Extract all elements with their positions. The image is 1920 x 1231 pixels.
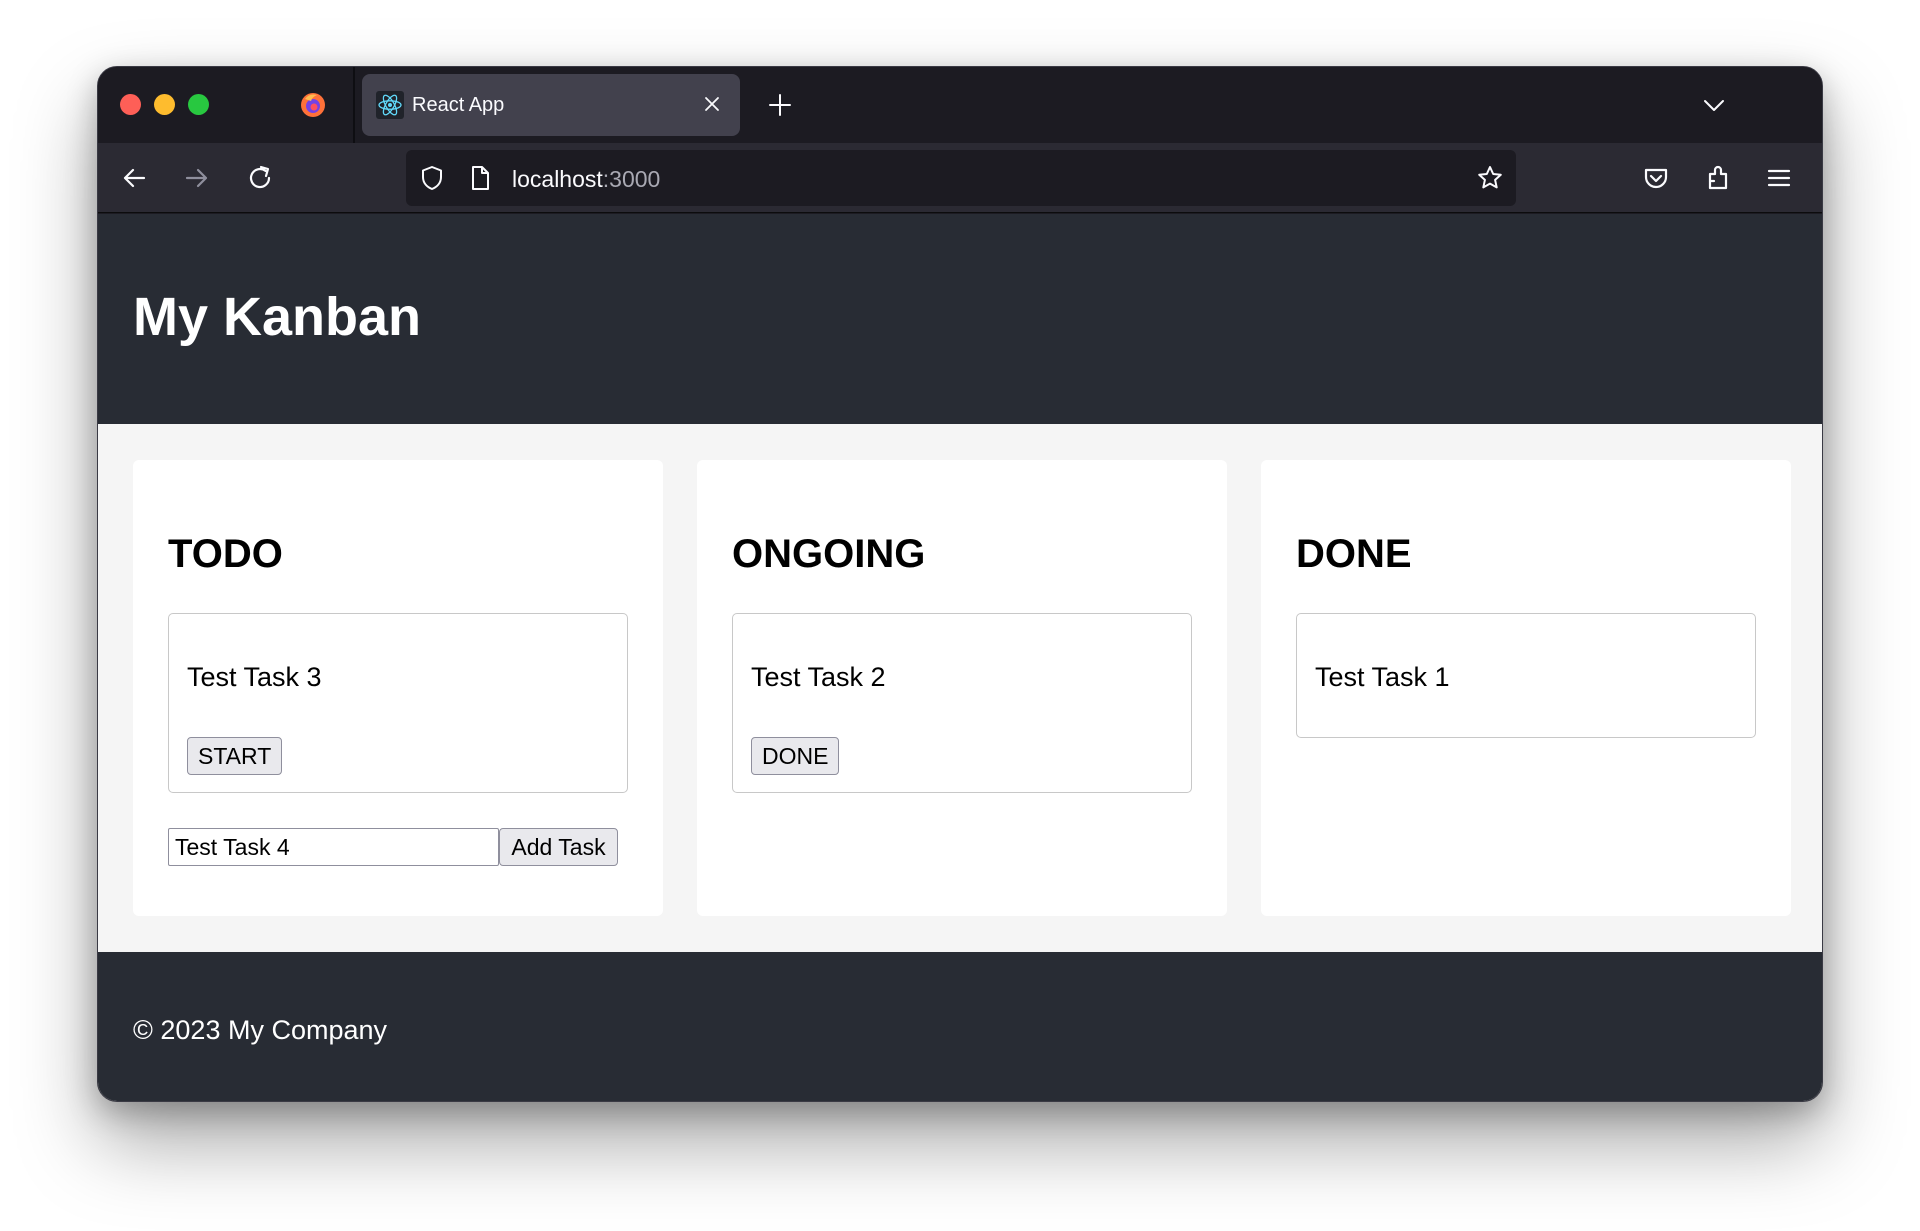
task-title: Test Task 2 <box>751 662 886 692</box>
chevron-down-icon[interactable] <box>1700 91 1728 119</box>
url-port: :3000 <box>602 166 661 192</box>
column-title: TODO <box>168 532 283 576</box>
bookmark-star-icon[interactable] <box>1476 164 1504 192</box>
app-footer: © 2023 My Company <box>98 952 1822 1101</box>
page-content: My Kanban TODO Test Task 3 START Add Tas… <box>98 214 1822 1101</box>
firefox-logo-icon <box>299 91 327 119</box>
browser-window: React App localhost:3000 My Kanban TODO … <box>97 66 1823 1102</box>
react-logo-icon <box>376 91 404 119</box>
tab-separator <box>353 67 355 143</box>
app-header: My Kanban <box>98 214 1822 424</box>
minimize-window-button[interactable] <box>154 94 175 115</box>
tab-react-app[interactable]: React App <box>362 74 740 136</box>
shield-icon[interactable] <box>418 164 446 192</box>
url-host: localhost <box>512 166 603 192</box>
app-title: My Kanban <box>133 287 422 347</box>
zoom-window-button[interactable] <box>188 94 209 115</box>
new-tab-icon[interactable] <box>766 91 794 119</box>
new-task-input[interactable] <box>168 828 499 866</box>
page-icon[interactable] <box>466 164 494 192</box>
done-button[interactable]: DONE <box>751 737 840 775</box>
column-title: ONGOING <box>732 532 926 576</box>
close-window-button[interactable] <box>120 94 141 115</box>
url-bar[interactable]: localhost:3000 <box>406 150 1516 206</box>
tab-title: React App <box>412 94 505 116</box>
column-done: DONE Test Task 1 <box>1261 460 1791 916</box>
start-button[interactable]: START <box>187 737 283 775</box>
footer-copyright: © 2023 My Company <box>133 1015 388 1045</box>
close-tab-icon[interactable] <box>698 90 726 118</box>
task-title: Test Task 3 <box>187 662 322 692</box>
task-card: Test Task 3 START <box>168 613 628 793</box>
task-title: Test Task 1 <box>1315 662 1450 692</box>
column-ongoing: ONGOING Test Task 2 DONE <box>697 460 1227 916</box>
arrow-right-icon[interactable] <box>181 162 213 194</box>
column-title: DONE <box>1296 532 1412 576</box>
task-card: Test Task 1 <box>1296 613 1756 738</box>
arrow-left-icon[interactable] <box>118 162 150 194</box>
task-card: Test Task 2 DONE <box>732 613 1192 793</box>
reload-icon[interactable] <box>244 162 276 194</box>
tab-strip: React App <box>98 67 1822 143</box>
url-text[interactable]: localhost:3000 <box>512 166 660 193</box>
add-task-button[interactable]: Add Task <box>499 828 618 866</box>
kanban-board: TODO Test Task 3 START Add Task ONGOING … <box>98 424 1822 952</box>
pocket-icon[interactable] <box>1640 162 1672 194</box>
hamburger-menu-icon[interactable] <box>1763 162 1795 194</box>
navigation-toolbar: localhost:3000 <box>98 143 1822 213</box>
extensions-icon[interactable] <box>1702 162 1734 194</box>
column-todo: TODO Test Task 3 START Add Task <box>133 460 663 916</box>
